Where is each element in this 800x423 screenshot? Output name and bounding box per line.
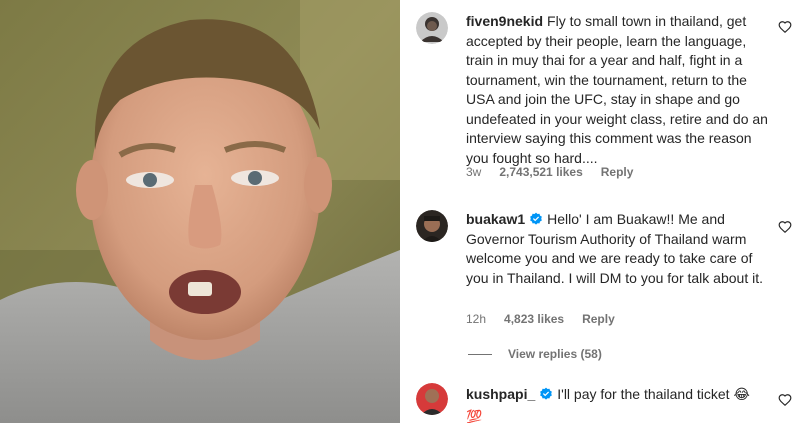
verified-badge-icon bbox=[530, 212, 542, 225]
heart-icon[interactable] bbox=[778, 220, 792, 234]
post-image[interactable] bbox=[0, 0, 400, 423]
comment-username[interactable]: fiven9nekid bbox=[466, 13, 543, 29]
view-replies-button[interactable]: View replies (58) bbox=[468, 347, 602, 361]
heart-icon[interactable] bbox=[778, 20, 792, 34]
heart-icon[interactable] bbox=[778, 393, 792, 407]
post-photo bbox=[0, 0, 400, 423]
view-replies-label: View replies (58) bbox=[508, 347, 602, 361]
user-avatar-icon[interactable] bbox=[416, 210, 448, 242]
comment-item: buakaw1 Hello' I am Buakaw!! Me and Gover… bbox=[416, 210, 792, 330]
comment-meta: 3w 2,743,521 likes Reply bbox=[466, 165, 651, 179]
comment-likes[interactable]: 2,743,521 likes bbox=[499, 165, 582, 179]
comment-meta: 12h 4,823 likes Reply bbox=[466, 312, 633, 326]
user-avatar-icon[interactable] bbox=[416, 383, 448, 415]
comment-username[interactable]: buakaw1 bbox=[466, 211, 525, 227]
comment-item: kushpapi_ I'll pay for the thailand ticke… bbox=[416, 383, 792, 423]
user-avatar-icon[interactable] bbox=[416, 12, 448, 44]
reply-button[interactable]: Reply bbox=[601, 165, 634, 179]
comment-time[interactable]: 12h bbox=[466, 312, 486, 326]
comment-item: fiven9nekid Fly to small town in thailand… bbox=[416, 12, 792, 182]
comment-text: Fly to small town in thailand, get accep… bbox=[466, 13, 768, 166]
comment-username[interactable]: kushpapi_ bbox=[466, 386, 535, 402]
verified-badge-icon bbox=[540, 387, 553, 400]
comment-time[interactable]: 3w bbox=[466, 165, 481, 179]
comment-likes[interactable]: 4,823 likes bbox=[504, 312, 564, 326]
comment-emoji: 💯 bbox=[466, 408, 483, 423]
comment-text: I'll pay for the thailand ticket 😂 bbox=[557, 386, 750, 402]
reply-button[interactable]: Reply bbox=[582, 312, 615, 326]
divider-line bbox=[468, 353, 492, 355]
comments-panel: fiven9nekid Fly to small town in thailand… bbox=[400, 0, 800, 423]
